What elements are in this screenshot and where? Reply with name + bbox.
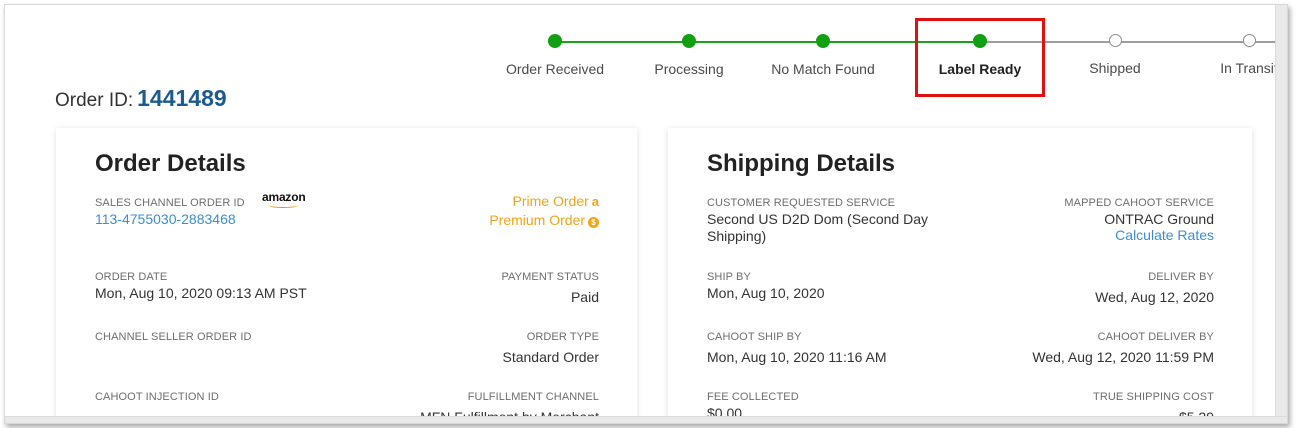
field-label: MAPPED CAHOOT SERVICE xyxy=(1064,197,1214,209)
field-label: CAHOOT SHIP BY xyxy=(707,331,802,343)
channel-seller-order-id-field: CHANNEL SELLER ORDER ID xyxy=(95,330,252,344)
horizontal-scrollbar[interactable] xyxy=(5,416,1287,423)
current-step-highlight-box xyxy=(915,18,1045,97)
order-page: Order Received Processing No Match Found… xyxy=(4,4,1288,424)
field-label: SALES CHANNEL ORDER ID xyxy=(95,197,245,209)
step-pending-circle-icon xyxy=(1108,34,1122,47)
step-in-transit: In Transit xyxy=(1169,34,1287,76)
field-label: CHANNEL SELLER ORDER ID xyxy=(95,331,252,343)
order-type-value: Standard Order xyxy=(502,349,600,365)
order-details-card: Order Details SALES CHANNEL ORDER ID 113… xyxy=(56,128,637,423)
prime-order-badge: Prime Order a xyxy=(489,192,599,211)
cahoot-deliver-by-value: Wed, Aug 12, 2020 11:59 PM xyxy=(1032,349,1214,365)
amazon-smile-icon xyxy=(268,203,298,208)
field-label: TRUE SHIPPING COST xyxy=(1093,391,1214,403)
order-id-heading: Order ID: 1441489 xyxy=(55,85,227,112)
step-pending-circle-icon xyxy=(1242,34,1256,47)
payment-status-value: Paid xyxy=(570,289,599,305)
cahoot-ship-by-field: CAHOOT SHIP BY Mon, Aug 10, 2020 11:16 A… xyxy=(707,330,887,366)
field-label: FULFILLMENT CHANNEL xyxy=(467,391,599,403)
order-id-value: 1441489 xyxy=(137,85,227,111)
field-label: FEE COLLECTED xyxy=(707,391,799,403)
field-label: DELIVER BY xyxy=(1148,271,1214,283)
premium-order-label: Premium Order xyxy=(489,212,585,228)
field-label: ORDER DATE xyxy=(95,271,168,283)
step-no-match-found: No Match Found xyxy=(743,34,903,77)
step-complete-dot-icon xyxy=(548,34,562,48)
customer-requested-service-value: Second US D2D Dom (Second Day Shipping) xyxy=(707,211,928,244)
order-details-title: Order Details xyxy=(95,150,246,177)
cahoot-injection-id-field: CAHOOT INJECTION ID xyxy=(95,390,219,404)
premium-order-badge: Premium Order $ xyxy=(489,211,599,230)
order-id-label: Order ID: xyxy=(55,90,134,111)
deliver-by-value: Wed, Aug 12, 2020 xyxy=(1095,289,1214,305)
sales-channel-order-id-field: SALES CHANNEL ORDER ID 113-4755030-28834… xyxy=(95,196,245,228)
deliver-by-field: DELIVER BY Wed, Aug 12, 2020 xyxy=(1095,270,1214,306)
mapped-cahoot-service-field: MAPPED CAHOOT SERVICE ONTRAC Ground Calc… xyxy=(1064,196,1214,244)
field-label: CAHOOT DELIVER BY xyxy=(1097,331,1214,343)
payment-status-field: PAYMENT STATUS Paid xyxy=(501,270,599,306)
prime-order-label: Prime Order xyxy=(512,193,589,209)
amazon-logo: amazon xyxy=(262,190,306,208)
step-label: In Transit xyxy=(1220,60,1278,76)
customer-requested-service-field: CUSTOMER REQUESTED SERVICE Second US D2D… xyxy=(707,196,947,245)
amazon-a-icon: a xyxy=(591,194,599,209)
step-complete-dot-icon xyxy=(816,34,830,48)
amazon-logo-text: amazon xyxy=(262,190,306,204)
ship-by-value: Mon, Aug 10, 2020 xyxy=(707,285,825,301)
order-badges: Prime Order a Premium Order $ xyxy=(489,192,599,230)
vertical-scrollbar[interactable] xyxy=(1275,5,1287,423)
field-label: CAHOOT INJECTION ID xyxy=(95,391,219,403)
field-label: SHIP BY xyxy=(707,271,751,283)
sales-channel-order-id-link[interactable]: 113-4755030-2883468 xyxy=(95,211,245,228)
cahoot-deliver-by-field: CAHOOT DELIVER BY Wed, Aug 12, 2020 11:5… xyxy=(1032,330,1214,366)
field-label: PAYMENT STATUS xyxy=(501,271,599,283)
step-label: No Match Found xyxy=(771,61,875,77)
step-complete-dot-icon xyxy=(682,34,696,48)
dollar-circle-icon: $ xyxy=(588,217,599,228)
order-date-field: ORDER DATE Mon, Aug 10, 2020 09:13 AM PS… xyxy=(95,270,307,302)
cahoot-ship-by-value: Mon, Aug 10, 2020 11:16 AM xyxy=(707,349,887,365)
field-label: CUSTOMER REQUESTED SERVICE xyxy=(707,197,896,209)
mapped-cahoot-service-value: ONTRAC Ground xyxy=(1104,211,1214,227)
order-type-field: ORDER TYPE Standard Order xyxy=(503,330,600,366)
field-label: ORDER TYPE xyxy=(526,331,599,343)
shipping-details-card: Shipping Details CUSTOMER REQUESTED SERV… xyxy=(668,128,1252,423)
shipping-details-title: Shipping Details xyxy=(707,150,896,177)
order-date-value: Mon, Aug 10, 2020 09:13 AM PST xyxy=(95,285,307,301)
calculate-rates-link[interactable]: Calculate Rates xyxy=(1064,227,1214,244)
ship-by-field: SHIP BY Mon, Aug 10, 2020 xyxy=(707,270,825,302)
